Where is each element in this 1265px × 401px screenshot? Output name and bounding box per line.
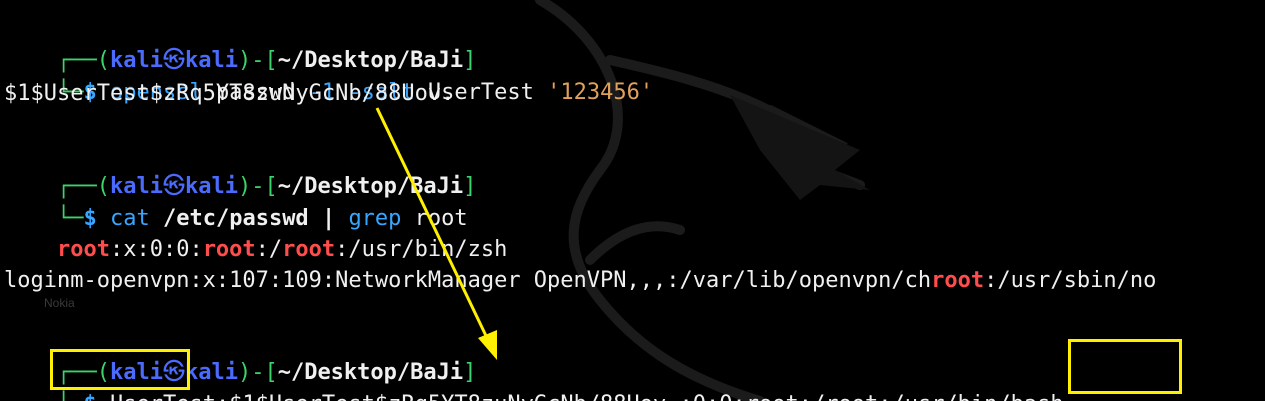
output-hash: $1$UserTest$zRq5YT8zuNyGcNb/88Uov. [4, 81, 455, 106]
passwd-entry-body: :$1$UserTest$zRq5YT8zuNyGcNb/88Uov.:0:0:… [216, 392, 1011, 401]
output-root-line: root:x:0:0:root:/root:/usr/bin/zsh [4, 203, 507, 262]
output-wrap-line: login [4, 268, 71, 293]
prompt-line-1: ┌──(kali㉿kali)-[~/Desktop/BaJi] [4, 14, 476, 73]
highlight-box-shell [1068, 339, 1182, 394]
passwd-entry-user: UserTest [110, 392, 216, 401]
highlight-box-user [50, 349, 190, 390]
match-root: root [931, 268, 985, 293]
output-text: nm-openvpn:x:107:109:NetworkManager Open… [56, 268, 932, 293]
command-line-2[interactable]: └─$ cat /etc/passwd | grep root [4, 172, 468, 231]
ghost-desktop-label: Nokia [44, 296, 75, 310]
prompt-dollar: $ [83, 392, 96, 401]
prompt-line-2: ┌──(kali㉿kali)-[~/Desktop/BaJi] [4, 140, 476, 199]
passwd-entry-shell: bash [1011, 392, 1064, 401]
command-line-1[interactable]: └─$ openssl passwd -1 -salt UserTest '12… [4, 46, 653, 105]
output-openvpn-line: nm-openvpn:x:107:109:NetworkManager Open… [4, 234, 1156, 293]
arg-password-string: '123456' [547, 80, 654, 105]
output-text: :/usr/sbin/no [984, 268, 1157, 293]
terminal-window[interactable]: Nokia ┌──(kali㉿kali)-[~/Desktop/BaJi] └─… [0, 0, 1265, 401]
prompt-frame-bottom: └─ [57, 392, 84, 401]
